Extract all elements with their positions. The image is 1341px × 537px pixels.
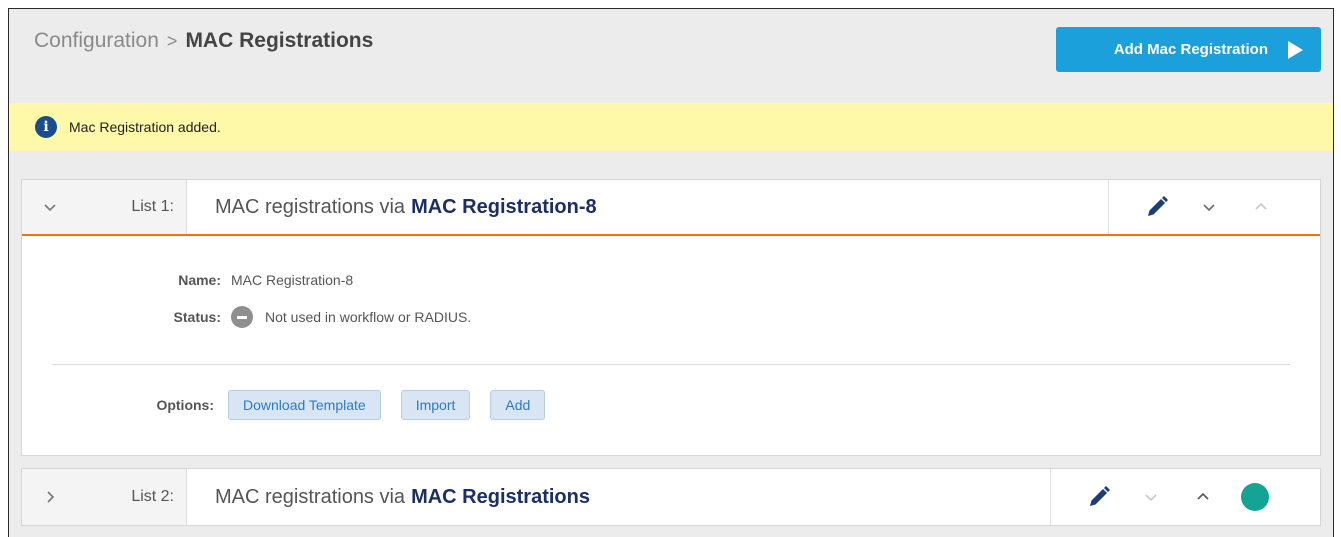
- status-value: Not used in workflow or RADIUS.: [265, 309, 472, 325]
- import-button[interactable]: Import: [400, 390, 471, 420]
- list-title: MAC registrations via MAC Registration-8: [187, 180, 1108, 234]
- chevron-up-icon: [1197, 492, 1209, 500]
- move-down-button[interactable]: [1183, 180, 1235, 234]
- list-actions: [1108, 180, 1320, 234]
- list-item: List 1: MAC registrations via MAC Regist…: [21, 179, 1321, 456]
- chevron-up-icon: [1255, 202, 1267, 210]
- download-template-button[interactable]: Download Template: [228, 390, 381, 420]
- list-title-name: MAC Registration-8: [411, 195, 597, 218]
- notification-banner: i Mac Registration added.: [9, 103, 1333, 151]
- add-button[interactable]: Add: [490, 390, 546, 420]
- add-mac-registration-label: Add Mac Registration: [1113, 41, 1268, 58]
- name-value: MAC Registration-8: [231, 272, 354, 288]
- notification-message: Mac Registration added.: [69, 119, 221, 135]
- list-details: Name: MAC Registration-8 Status: Not use…: [22, 236, 1320, 454]
- list-item: List 2: MAC registrations via MAC Regist…: [21, 468, 1321, 526]
- edit-button[interactable]: [1131, 180, 1183, 234]
- pencil-icon: [1148, 196, 1168, 216]
- name-field: Name: MAC Registration-8: [157, 272, 353, 288]
- list-header: List 2: MAC registrations via MAC Regist…: [22, 469, 1320, 525]
- divider: [52, 364, 1290, 365]
- add-mac-registration-button[interactable]: Add Mac Registration: [1056, 27, 1321, 72]
- breadcrumb: Configuration > MAC Registrations: [34, 29, 373, 53]
- status-indicator: [1229, 469, 1281, 525]
- list-number-label: List 2:: [77, 469, 187, 525]
- pencil-icon: [1090, 486, 1110, 506]
- chevron-down-icon: [1203, 204, 1215, 212]
- info-icon: i: [35, 116, 57, 138]
- list-title-prefix: MAC registrations via: [215, 485, 406, 508]
- play-icon: [1288, 40, 1303, 59]
- expand-toggle[interactable]: [22, 469, 77, 525]
- chevron-down-icon: [1145, 494, 1157, 502]
- page-header: Configuration > MAC Registrations Add Ma…: [9, 9, 1333, 101]
- move-up-button[interactable]: [1177, 469, 1229, 525]
- collapse-toggle[interactable]: [22, 180, 77, 234]
- list-actions: [1050, 469, 1320, 525]
- options-field: Options: Download Template Import Add: [134, 390, 565, 420]
- list-number-label: List 1:: [77, 180, 187, 234]
- move-up-button[interactable]: [1235, 180, 1287, 234]
- list-title-name: MAC Registrations: [411, 485, 590, 508]
- list-header: List 1: MAC registrations via MAC Regist…: [22, 180, 1320, 236]
- list-title: MAC registrations via MAC Registrations: [187, 469, 1050, 525]
- chevron-right-icon: [46, 491, 54, 503]
- chevron-down-icon: [43, 204, 56, 212]
- page-title: MAC Registrations: [185, 29, 374, 52]
- status-dot-icon: [1241, 483, 1269, 511]
- breadcrumb-separator: >: [166, 31, 178, 51]
- edit-button[interactable]: [1073, 469, 1125, 525]
- breadcrumb-parent[interactable]: Configuration: [34, 29, 159, 53]
- minus-circle-icon: [231, 306, 253, 328]
- status-label: Status:: [173, 309, 221, 325]
- page-frame: Configuration > MAC Registrations Add Ma…: [8, 8, 1334, 537]
- list-title-prefix: MAC registrations via: [215, 195, 406, 218]
- move-down-button[interactable]: [1125, 469, 1177, 525]
- name-label: Name:: [178, 272, 221, 288]
- options-label: Options:: [156, 397, 214, 413]
- status-field: Status: Not used in workflow or RADIUS.: [157, 306, 471, 328]
